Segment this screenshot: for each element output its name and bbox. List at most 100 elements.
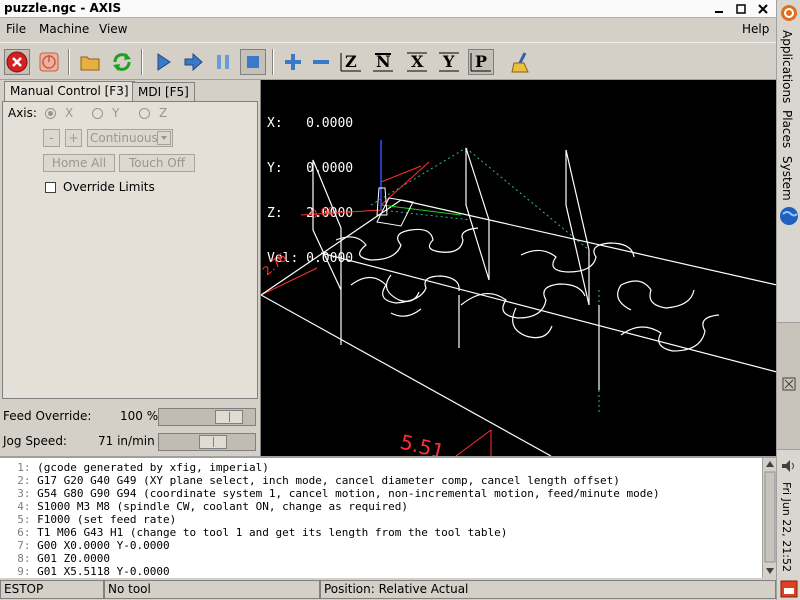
minimize-icon[interactable]: [712, 2, 726, 16]
desktop-panel: Applications Places System Fri Jun 22, 2…: [776, 0, 800, 600]
feed-override-slider-handle[interactable]: [215, 410, 243, 424]
zoom-in-button[interactable]: [280, 49, 306, 75]
svg-text:P: P: [475, 52, 487, 71]
menu-applications[interactable]: Applications: [780, 30, 794, 103]
jog-minus-button[interactable]: -: [43, 129, 60, 147]
gcode-line-number: 8:: [17, 552, 31, 565]
power-icon: [39, 52, 59, 72]
toolbar: Z N X Y P: [0, 42, 776, 80]
view-y-button[interactable]: Y: [436, 49, 462, 75]
clear-plot-button[interactable]: [508, 49, 534, 75]
jog-plus-button[interactable]: +: [65, 129, 82, 147]
gcode-line[interactable]: 2: G17 G20 G40 G49 (XY plane select, inc…: [4, 474, 660, 487]
svg-text:Y: Y: [442, 52, 455, 71]
window-title: puzzle.ngc - AXIS: [4, 1, 122, 15]
touch-off-button[interactable]: Touch Off: [119, 154, 195, 172]
gcode-line-text: G17 G20 G40 G49 (XY plane select, inch m…: [37, 474, 620, 487]
axis-z-radio[interactable]: [139, 108, 150, 119]
zoom-in-icon: [285, 54, 301, 70]
gcode-line-number: 7:: [17, 539, 31, 552]
close-icon[interactable]: [756, 2, 770, 16]
window-list[interactable]: [777, 322, 800, 450]
gcode-line[interactable]: 9: G01 X5.5118 Y-0.0000: [4, 565, 660, 578]
open-file-button[interactable]: [77, 49, 103, 75]
gcode-line[interactable]: 8: G01 Z0.0000: [4, 552, 660, 565]
gcode-line-number: 2:: [17, 474, 31, 487]
stop-icon: [247, 56, 259, 68]
menu-file[interactable]: File: [6, 22, 26, 36]
gcode-line-number: 9:: [17, 565, 31, 578]
override-limits-label: Override Limits: [63, 180, 155, 194]
menu-places[interactable]: Places: [780, 110, 794, 148]
toolpath-preview[interactable]: X: 0.0000 Y: 0.0000 Z: 2.0000 Vel: 0.000…: [260, 80, 777, 456]
view-z-button[interactable]: Z: [338, 49, 364, 75]
view-x-button[interactable]: X: [404, 49, 430, 75]
reload-icon: [113, 53, 131, 71]
stop-button[interactable]: [240, 49, 266, 75]
view-z-icon: Z: [340, 52, 361, 72]
menu-system[interactable]: System: [780, 156, 794, 201]
view-perspective-button[interactable]: P: [468, 49, 494, 75]
zoom-out-button[interactable]: [308, 49, 334, 75]
estop-button[interactable]: [4, 49, 30, 75]
gcode-line-text: G01 Z0.0000: [37, 552, 110, 565]
tool-marker: [376, 140, 462, 227]
play-icon: [157, 53, 171, 71]
gcode-line-number: 3:: [17, 487, 31, 500]
gcode-line-text: S1000 M3 M8 (spindle CW, coolant ON, cha…: [37, 500, 408, 513]
gcode-line[interactable]: 6: T1 M06 G43 H1 (change to tool 1 and g…: [4, 526, 660, 539]
gcode-line-text: G54 G80 G90 G94 (coordinate system 1, ca…: [37, 487, 660, 500]
web-browser-icon[interactable]: [779, 206, 799, 226]
status-tool: No tool: [104, 580, 320, 599]
gcode-line[interactable]: 5: F1000 (set feed rate): [4, 513, 660, 526]
feed-override-value: 100 %: [120, 409, 159, 423]
zoom-out-icon: [313, 60, 329, 64]
menu-help[interactable]: Help: [742, 22, 769, 36]
gcode-listing[interactable]: 1: (gcode generated by xfig, imperial) 2…: [0, 456, 776, 578]
ubuntu-logo-icon[interactable]: [780, 4, 798, 22]
axis-label: Axis:: [8, 106, 37, 120]
volume-icon[interactable]: [780, 458, 798, 474]
pause-button[interactable]: [210, 49, 236, 75]
gcode-scrollbar[interactable]: [762, 458, 776, 578]
dim-x-text: 5.51: [398, 430, 447, 456]
folder-icon: [80, 56, 100, 71]
gcode-line[interactable]: 7: G00 X0.0000 Y-0.0000: [4, 539, 660, 552]
gcode-line-number: 6:: [17, 526, 31, 539]
step-icon: [184, 52, 203, 72]
axis-y-radio[interactable]: [92, 108, 103, 119]
run-button[interactable]: [150, 49, 176, 75]
gcode-line[interactable]: 3: G54 G80 G90 G94 (coordinate system 1,…: [4, 487, 660, 500]
axis-x-label: X: [65, 106, 74, 120]
gcode-line[interactable]: 1: (gcode generated by xfig, imperial): [4, 461, 660, 474]
feed-override-slider[interactable]: [158, 408, 256, 426]
maximize-icon[interactable]: [734, 2, 748, 16]
axis-x-radio[interactable]: [45, 108, 56, 119]
show-desktop-icon[interactable]: [780, 580, 798, 598]
reload-button[interactable]: [109, 49, 135, 75]
scroll-up-icon: [766, 461, 774, 467]
view-rotated-z-button[interactable]: N: [370, 49, 396, 75]
gcode-line-text: G01 X5.5118 Y-0.0000: [37, 565, 170, 578]
gcode-line-text: G00 X0.0000 Y-0.0000: [37, 539, 170, 552]
clock[interactable]: Fri Jun 22, 21:52: [780, 482, 793, 572]
scroll-thumb: [764, 471, 776, 563]
jog-speed-slider[interactable]: [158, 433, 256, 451]
tab-mdi[interactable]: MDI [F5]: [132, 82, 195, 101]
menu-machine[interactable]: Machine: [39, 22, 89, 36]
jog-increment-value: Continuous: [90, 131, 158, 145]
axis-z-label: Z: [159, 106, 168, 120]
home-all-button[interactable]: Home All: [43, 154, 115, 172]
gcode-line-text: F1000 (set feed rate): [37, 513, 177, 526]
svg-text:Z: Z: [345, 52, 357, 71]
puzzle-outline: [261, 147, 777, 456]
jog-increment-select[interactable]: Continuous: [87, 129, 173, 147]
tab-manual-control[interactable]: Manual Control [F3]: [4, 81, 135, 101]
machine-power-button[interactable]: [36, 49, 62, 75]
override-limits-checkbox[interactable]: [45, 182, 56, 193]
gcode-line[interactable]: 4: S1000 M3 M8 (spindle CW, coolant ON, …: [4, 500, 660, 513]
menu-bar: File Machine View Help: [0, 18, 776, 42]
menu-view[interactable]: View: [99, 22, 127, 36]
step-button[interactable]: [180, 49, 206, 75]
jog-speed-slider-handle[interactable]: [199, 435, 227, 449]
